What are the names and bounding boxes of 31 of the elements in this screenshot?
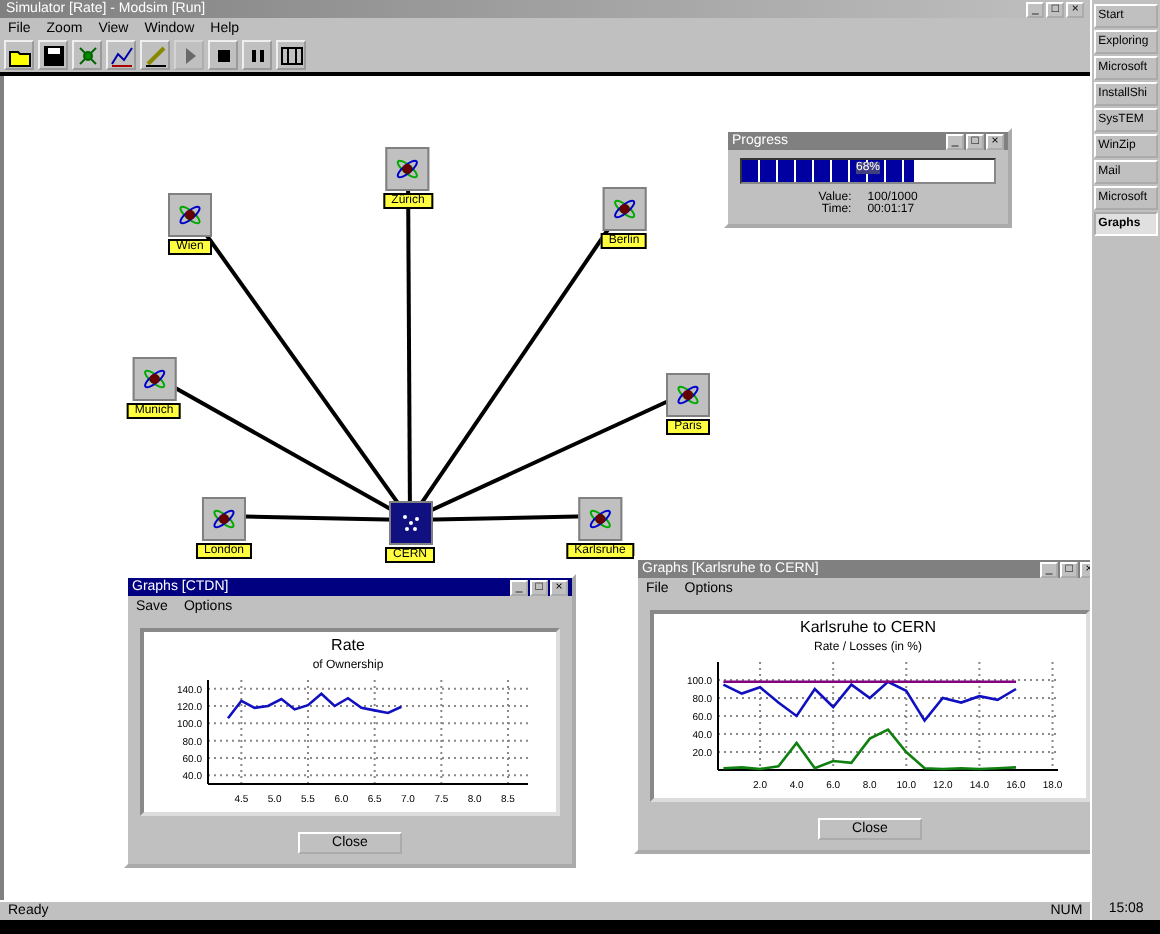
toolbar-button[interactable] <box>4 40 34 70</box>
network-icon <box>75 43 99 67</box>
host-node[interactable] <box>132 357 176 401</box>
host-node[interactable] <box>602 187 646 231</box>
atom-icon <box>140 365 168 393</box>
hub-node[interactable] <box>388 501 432 545</box>
host-node[interactable] <box>386 147 430 191</box>
toolbar-button[interactable] <box>106 40 136 70</box>
chart-title: Rate <box>331 636 365 654</box>
chart-icon <box>109 43 133 67</box>
toolbar-button[interactable] <box>208 40 238 70</box>
grid-icon <box>279 43 303 67</box>
y-axis <box>717 661 719 771</box>
toolbar-button[interactable] <box>276 40 306 70</box>
toolbar-button[interactable] <box>242 40 272 70</box>
pencil-icon <box>143 43 167 67</box>
host-node[interactable] <box>168 193 212 237</box>
toolbar-button[interactable] <box>38 40 68 70</box>
atom-icon <box>674 381 702 409</box>
atom-icon <box>610 195 638 223</box>
toolbar-button[interactable] <box>140 40 170 70</box>
host-node[interactable] <box>666 373 710 417</box>
atom-icon <box>176 201 204 229</box>
atom-icon <box>394 155 422 183</box>
host-node[interactable] <box>578 497 622 541</box>
host-node[interactable] <box>202 497 246 541</box>
chart-title: Karlsruhe to CERN <box>799 618 937 636</box>
atom-icon <box>586 505 614 533</box>
toolbar-button[interactable] <box>72 40 102 70</box>
y-axis <box>207 679 209 785</box>
atom-icon <box>210 505 238 533</box>
